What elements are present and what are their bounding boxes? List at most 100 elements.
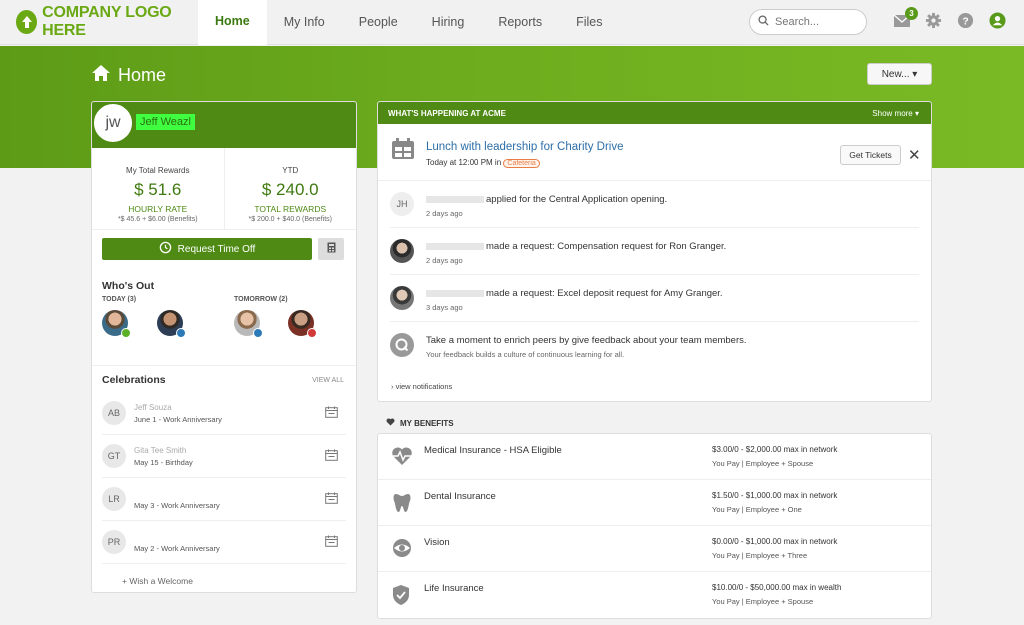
clock-status-icon bbox=[253, 328, 263, 338]
feed-text: made a request: Compensation request for… bbox=[426, 241, 726, 252]
benefit-name: Vision bbox=[424, 537, 450, 548]
profile-name[interactable]: Jeff Weazl bbox=[136, 114, 195, 130]
help-button[interactable]: ? bbox=[955, 12, 975, 32]
user-icon bbox=[988, 12, 1006, 32]
calendar-icon[interactable] bbox=[325, 406, 338, 421]
benefit-pay: You Pay | Employee + One bbox=[712, 505, 802, 514]
company-logo[interactable]: COMPANY LOGO HERE bbox=[16, 4, 198, 40]
mail-count-badge: 3 bbox=[905, 7, 918, 20]
redacted-name bbox=[426, 195, 484, 203]
wish-welcome-link[interactable]: + Wish a Welcome bbox=[102, 564, 346, 586]
profile-card: jw Jeff Weazl My Total Rewards $ 51.6 HO… bbox=[91, 101, 357, 593]
svg-text:?: ? bbox=[962, 16, 968, 27]
eye-icon bbox=[391, 538, 413, 561]
logo-text: COMPANY LOGO HERE bbox=[42, 4, 172, 39]
celebration-date: May 15 - Birthday bbox=[134, 457, 193, 467]
avatar: AB bbox=[102, 401, 126, 425]
redacted-name bbox=[426, 242, 484, 250]
event-title-link[interactable]: Lunch with leadership for Charity Drive bbox=[426, 141, 624, 153]
tab-people[interactable]: People bbox=[342, 0, 415, 45]
search-input[interactable] bbox=[775, 16, 855, 28]
list-item[interactable]: AB Jeff Souza June 1 - Work Anniversary bbox=[102, 392, 346, 435]
celebration-date: May 3 - Work Anniversary bbox=[134, 500, 220, 510]
feed-message: made a request: Compensation request for… bbox=[486, 241, 727, 252]
close-icon[interactable]: ✕ bbox=[908, 146, 921, 164]
tab-home[interactable]: Home bbox=[198, 0, 267, 45]
view-all-link[interactable]: VIEW ALL bbox=[312, 377, 344, 384]
event-location-tag: Cafeteria bbox=[503, 159, 540, 168]
feed-subtext: Your feedback builds a culture of contin… bbox=[426, 350, 625, 359]
search-box[interactable] bbox=[749, 9, 867, 35]
avatar: JH bbox=[390, 192, 414, 216]
feed-message: Take a moment to enrich peers by give fe… bbox=[426, 335, 747, 346]
calculator-icon bbox=[327, 242, 336, 256]
feedback-icon bbox=[390, 333, 414, 357]
calendar-icon[interactable] bbox=[325, 449, 338, 464]
total-rewards: My Total Rewards $ 51.6 HOURLY RATE *$ 4… bbox=[92, 148, 224, 229]
new-button[interactable]: New... ▾ bbox=[867, 63, 932, 85]
total-rewards-sub: HOURLY RATE bbox=[128, 204, 188, 214]
celebration-name: Gita Tee Smith bbox=[134, 445, 187, 455]
whats-happening-header: WHAT'S HAPPENING AT ACME Show more ▾ bbox=[378, 102, 931, 124]
tab-reports[interactable]: Reports bbox=[481, 0, 559, 45]
today-out-label: TODAY (3) bbox=[102, 296, 137, 303]
user-menu-button[interactable] bbox=[987, 12, 1007, 32]
celebrations-section: Celebrations VIEW ALL AB Jeff Souza June… bbox=[92, 366, 356, 586]
ytd-value: $ 240.0 bbox=[261, 180, 319, 199]
benefits-title: MY BENEFITS bbox=[386, 418, 454, 428]
inbox-button[interactable]: 3 bbox=[892, 7, 918, 32]
list-item[interactable]: Medical Insurance - HSA Eligible $3.00/0… bbox=[378, 434, 931, 480]
calendar-icon[interactable] bbox=[325, 535, 338, 550]
list-item[interactable]: made a request: Compensation request for… bbox=[390, 228, 919, 275]
settings-button[interactable] bbox=[923, 12, 943, 32]
heartbeat-icon bbox=[391, 446, 413, 469]
view-notifications-link[interactable]: › view notifications bbox=[391, 382, 452, 391]
calendar-icon[interactable] bbox=[325, 492, 338, 507]
heart-icon bbox=[386, 418, 400, 428]
total-rewards-note: *$ 45.6 + $6.00 (Benefits) bbox=[117, 216, 198, 223]
tab-hiring[interactable]: Hiring bbox=[415, 0, 482, 45]
benefit-price: $1.50/0 - $1,000.00 max in network bbox=[712, 491, 838, 500]
list-item[interactable]: PR May 2 - Work Anniversary bbox=[102, 521, 346, 564]
whos-out-title: Who's Out bbox=[102, 280, 155, 292]
show-more-button[interactable]: Show more ▾ bbox=[872, 109, 919, 118]
list-item[interactable]: Vision $0.00/0 - $1,000.00 max in networ… bbox=[378, 526, 931, 572]
avatar: GT bbox=[102, 444, 126, 468]
list-item[interactable]: Take a moment to enrich peers by give fe… bbox=[390, 322, 919, 369]
avatar: PR bbox=[102, 530, 126, 554]
help-icon: ? bbox=[957, 12, 974, 32]
calendar-event-icon bbox=[391, 138, 415, 163]
feed-text: applied for the Central Application open… bbox=[426, 194, 667, 205]
tomorrow-out-label: TOMORROW (2) bbox=[234, 296, 288, 303]
blocked-status-icon bbox=[307, 328, 317, 338]
clock-status-icon bbox=[176, 328, 186, 338]
logo-tree-icon bbox=[16, 10, 38, 34]
celebrations-title: Celebrations bbox=[102, 374, 166, 386]
tab-files[interactable]: Files bbox=[559, 0, 619, 45]
benefits-title-text: MY BENEFITS bbox=[400, 418, 454, 428]
home-icon bbox=[91, 64, 118, 87]
get-tickets-button[interactable]: Get Tickets bbox=[840, 145, 901, 165]
list-item[interactable]: GT Gita Tee Smith May 15 - Birthday bbox=[102, 435, 346, 478]
list-item[interactable]: Life Insurance $10.00/0 - $50,000.00 max… bbox=[378, 572, 931, 618]
tab-my-info[interactable]: My Info bbox=[267, 0, 342, 45]
list-item[interactable]: made a request: Excel deposit request fo… bbox=[390, 275, 919, 322]
benefit-pay: You Pay | Employee + Spouse bbox=[712, 597, 814, 606]
avatar[interactable]: jw bbox=[92, 102, 134, 144]
shield-icon bbox=[391, 584, 411, 609]
ytd-label: YTD bbox=[282, 166, 299, 175]
nav-tabs: Home My Info People Hiring Reports Files bbox=[198, 0, 620, 45]
calculator-button[interactable] bbox=[318, 238, 344, 260]
feed-message: applied for the Central Application open… bbox=[486, 194, 668, 205]
ytd-note: *$ 200.0 + $40.0 (Benefits) bbox=[248, 216, 332, 223]
total-rewards-label: My Total Rewards bbox=[126, 166, 190, 175]
request-time-off-button[interactable]: Request Time Off bbox=[102, 238, 312, 260]
list-item[interactable]: JH applied for the Central Application o… bbox=[390, 181, 919, 228]
benefit-pay: You Pay | Employee + Three bbox=[712, 551, 808, 560]
list-item[interactable]: LR May 3 - Work Anniversary bbox=[102, 478, 346, 521]
list-item[interactable]: Dental Insurance $1.50/0 - $1,000.00 max… bbox=[378, 480, 931, 526]
celebration-name bbox=[134, 489, 220, 498]
benefit-name: Medical Insurance - HSA Eligible bbox=[424, 445, 562, 456]
ytd-sub: TOTAL REWARDS bbox=[254, 204, 327, 214]
benefit-price: $0.00/0 - $1,000.00 max in network bbox=[712, 537, 838, 546]
